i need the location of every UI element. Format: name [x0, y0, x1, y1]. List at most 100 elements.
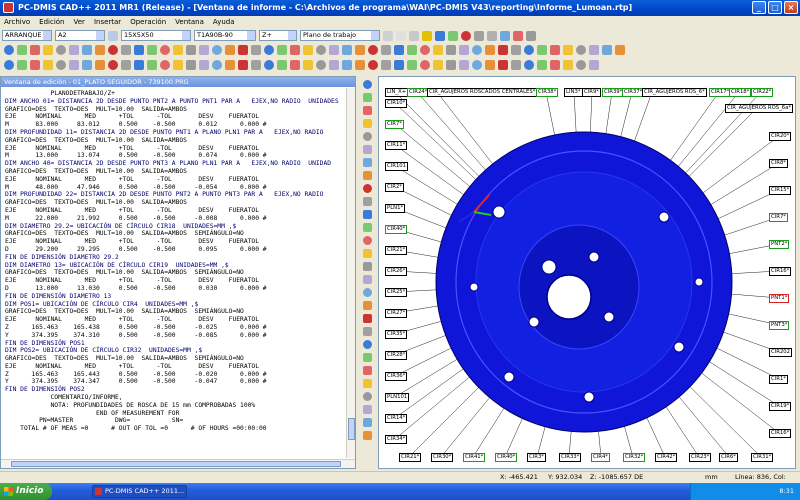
feature-label[interactable]: CIR34* — [385, 435, 408, 444]
graphics-tool-icon[interactable] — [363, 379, 372, 388]
stop-icon[interactable] — [461, 30, 471, 41]
construct-tool-icon[interactable] — [199, 59, 209, 70]
construct-tool-icon[interactable] — [303, 59, 313, 70]
rotate-icon[interactable] — [448, 30, 458, 41]
menu-ayuda[interactable]: Ayuda — [213, 18, 235, 26]
feature-label[interactable]: CIR33* — [559, 453, 582, 462]
feature-tool-icon[interactable] — [108, 45, 118, 55]
construct-tool-icon[interactable] — [511, 59, 521, 70]
graphics-tool-icon[interactable] — [363, 223, 372, 232]
feature-label[interactable]: CIR42* — [655, 453, 678, 462]
graphics-tool-icon[interactable] — [363, 405, 372, 414]
feature-label[interactable]: CIR39* — [602, 88, 625, 97]
construct-tool-icon[interactable] — [537, 59, 547, 70]
feature-tool-icon[interactable] — [17, 45, 27, 55]
feature-label[interactable]: CIR19* — [769, 402, 792, 411]
construct-tool-icon[interactable] — [264, 59, 274, 70]
feature-tool-icon[interactable] — [160, 45, 170, 55]
feature-label[interactable]: CIR40* — [385, 225, 408, 234]
feature-tool-icon[interactable] — [173, 45, 183, 55]
construct-tool-icon[interactable] — [589, 59, 599, 70]
graphics-tool-icon[interactable] — [363, 418, 372, 427]
graphics-tool-icon[interactable] — [363, 197, 372, 206]
construct-tool-icon[interactable] — [342, 59, 352, 70]
construct-tool-icon[interactable] — [524, 59, 534, 70]
graphics-tool-icon[interactable] — [363, 132, 372, 141]
graphics-tool-icon[interactable] — [363, 119, 372, 128]
feature-label[interactable]: CIR8* — [769, 159, 788, 168]
feature-label[interactable]: CIR28* — [385, 351, 408, 360]
graphics-tool-icon[interactable] — [363, 431, 372, 440]
graphics-tool-icon[interactable] — [363, 340, 372, 349]
feature-label[interactable]: CIR27* — [385, 309, 408, 318]
feature-label[interactable]: PNT3* — [769, 321, 790, 330]
feature-label[interactable]: CIR20* — [769, 132, 792, 141]
construct-tool-icon[interactable] — [498, 59, 508, 70]
feature-label[interactable]: CIR3* — [527, 453, 546, 462]
construct-tool-icon[interactable] — [186, 59, 196, 70]
feature-tool-icon[interactable] — [199, 45, 209, 55]
construct-tool-icon[interactable] — [433, 59, 443, 70]
feature-label[interactable]: CIR23* — [689, 453, 712, 462]
feature-label[interactable]: CIR17* — [709, 88, 732, 97]
settings-icon[interactable] — [526, 30, 536, 41]
feature-label[interactable]: PNT2* — [769, 240, 790, 249]
feature-label[interactable]: CIR35* — [385, 330, 408, 339]
feature-label[interactable]: CIR_AGUJEROS ROS_6a* — [725, 104, 794, 113]
feature-tool-icon[interactable] — [420, 45, 430, 55]
feature-label[interactable]: CIR24* — [407, 88, 430, 97]
feature-label[interactable]: LIN3* — [564, 88, 583, 97]
feature-label[interactable]: CIR4* — [591, 453, 610, 462]
menu-edicion[interactable]: Edición — [39, 18, 64, 26]
graphics-tool-icon[interactable] — [363, 249, 372, 258]
graphics-tool-icon[interactable] — [363, 210, 372, 219]
feature-label[interactable]: CIR26* — [385, 267, 408, 276]
graphics-tool-icon[interactable] — [363, 301, 372, 310]
construct-tool-icon[interactable] — [394, 59, 404, 70]
feature-label[interactable]: CIR41* — [463, 453, 486, 462]
graphics-tool-icon[interactable] — [363, 145, 372, 154]
tip-angle-select[interactable]: T1A90B-90 — [194, 30, 256, 41]
menu-ventana[interactable]: Ventana — [175, 18, 204, 26]
tip-select[interactable]: 15X5X50 — [121, 30, 191, 41]
feature-tool-icon[interactable] — [524, 45, 534, 55]
construct-tool-icon[interactable] — [290, 59, 300, 70]
feature-tool-icon[interactable] — [342, 45, 352, 55]
construct-tool-icon[interactable] — [459, 59, 469, 70]
feature-tool-icon[interactable] — [615, 45, 625, 55]
feature-tool-icon[interactable] — [121, 45, 131, 55]
feature-label[interactable]: LIN_X+ — [385, 88, 409, 97]
graphics-tool-icon[interactable] — [363, 275, 372, 284]
construct-tool-icon[interactable] — [108, 59, 118, 70]
maximize-button[interactable]: □ — [768, 1, 782, 14]
feature-label[interactable]: CIR7* — [769, 213, 788, 222]
feature-tool-icon[interactable] — [459, 45, 469, 55]
measure-icon[interactable] — [500, 30, 510, 41]
feature-label[interactable]: CIR32* — [623, 453, 646, 462]
feature-tool-icon[interactable] — [498, 45, 508, 55]
feature-tool-icon[interactable] — [355, 45, 365, 55]
construct-tool-icon[interactable] — [576, 59, 586, 70]
feature-tool-icon[interactable] — [446, 45, 456, 55]
feature-label[interactable]: PLN101 — [385, 393, 410, 402]
code-listing[interactable]: PLANODETRABAJO/Z+ DIM ANCHO 01= DISTANCIA… — [1, 88, 347, 458]
feature-tool-icon[interactable] — [82, 45, 92, 55]
feature-tool-icon[interactable] — [56, 45, 66, 55]
construct-tool-icon[interactable] — [4, 59, 14, 70]
construct-tool-icon[interactable] — [251, 59, 261, 70]
feature-tool-icon[interactable] — [537, 45, 547, 55]
graphics-tool-icon[interactable] — [363, 262, 372, 271]
feature-label[interactable]: CIR31* — [751, 453, 774, 462]
probe-select[interactable]: A2 — [55, 30, 105, 41]
feature-label[interactable]: CIR202 — [769, 348, 793, 357]
feature-tool-icon[interactable] — [277, 45, 287, 55]
feature-label[interactable]: PLN1* — [385, 204, 406, 213]
construct-tool-icon[interactable] — [147, 59, 157, 70]
feature-tool-icon[interactable] — [212, 45, 222, 55]
feature-tool-icon[interactable] — [95, 45, 105, 55]
close-button[interactable]: × — [784, 1, 798, 14]
construct-tool-icon[interactable] — [355, 59, 365, 70]
construct-tool-icon[interactable] — [329, 59, 339, 70]
minimize-button[interactable]: _ — [752, 1, 766, 14]
graphics-tool-icon[interactable] — [363, 353, 372, 362]
